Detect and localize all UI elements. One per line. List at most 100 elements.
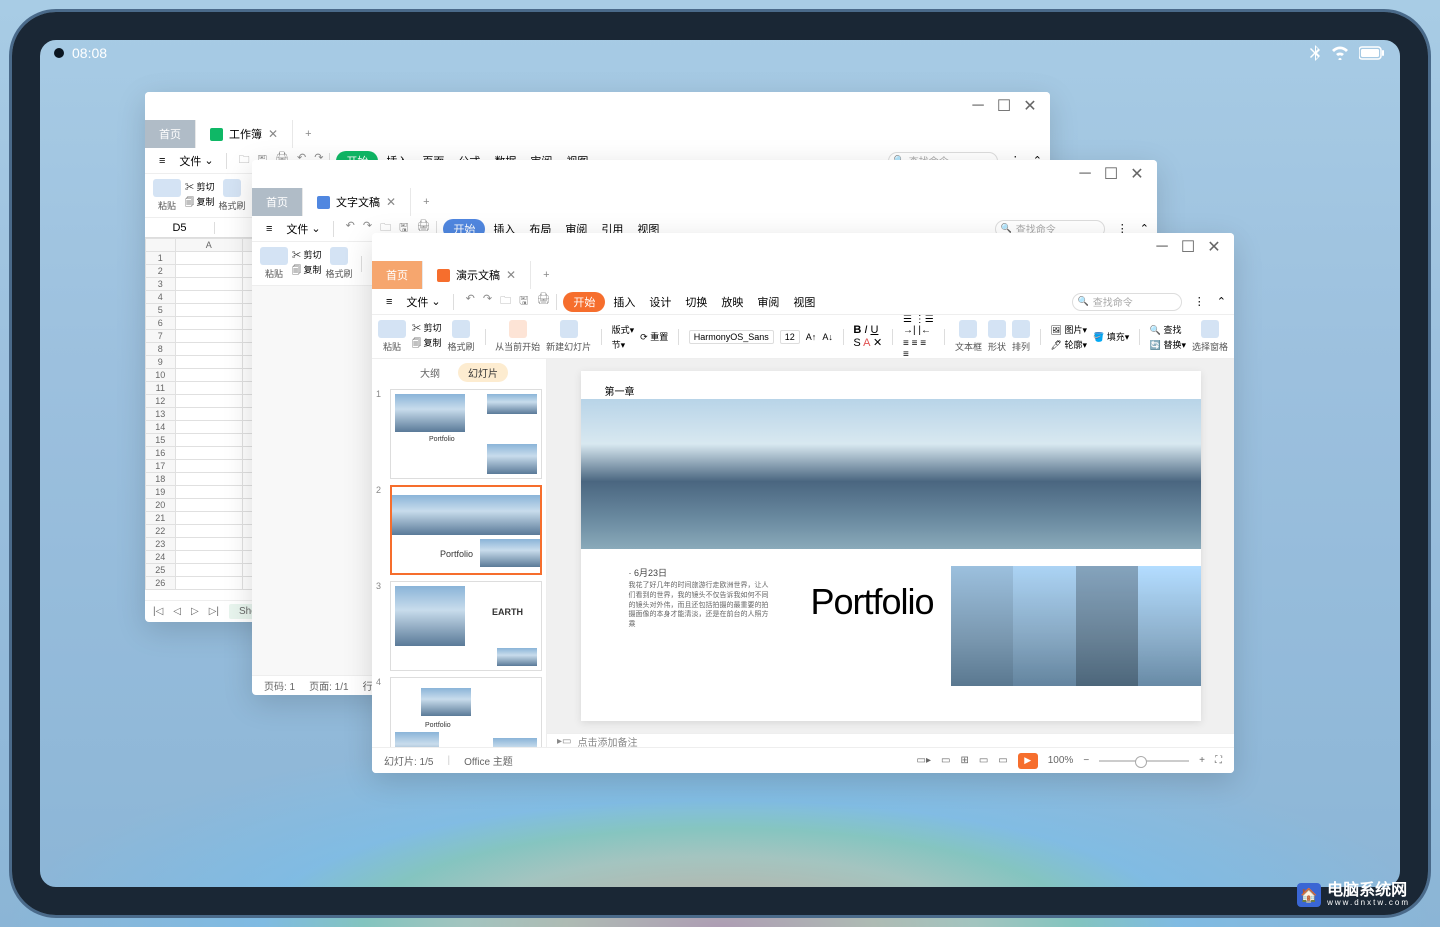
cell-reference[interactable]: D5: [145, 222, 215, 234]
zoom-in-button[interactable]: +: [1199, 755, 1205, 766]
minimize-button[interactable]: ─: [1079, 168, 1091, 180]
cut-button[interactable]: ✂ 剪切: [185, 180, 215, 193]
slideshow-button[interactable]: ▶: [1018, 753, 1038, 769]
undo-icon[interactable]: ↶: [346, 219, 355, 238]
tab-home[interactable]: 首页: [372, 261, 423, 289]
slide-thumb-3[interactable]: EARTH: [390, 581, 542, 671]
cut-button[interactable]: ✂ 剪切: [292, 248, 322, 261]
decrease-font-icon[interactable]: A↓: [822, 332, 833, 342]
tab-outline[interactable]: 大纲: [410, 363, 450, 382]
notes-toggle-icon[interactable]: ▭▸: [917, 755, 931, 766]
slide-thumb-4[interactable]: Portfolio: [390, 677, 542, 747]
menu-dropdown[interactable]: ≡: [380, 294, 398, 310]
reading-view-icon[interactable]: ▭: [979, 755, 988, 766]
fit-window-icon[interactable]: ⛶: [1215, 755, 1222, 766]
copy-button[interactable]: 🗐 复制: [292, 263, 322, 279]
fill-button[interactable]: 🪣 填充▾: [1093, 330, 1129, 343]
tab-slides[interactable]: 幻灯片: [458, 363, 508, 382]
menu-dropdown[interactable]: ≡: [153, 153, 171, 169]
shapes-button[interactable]: 形状: [988, 320, 1006, 353]
sorter-view-icon[interactable]: ⊞: [960, 755, 968, 766]
tab-home[interactable]: 首页: [145, 120, 196, 148]
font-color-button[interactable]: A: [863, 337, 870, 349]
open-icon[interactable]: 🗀: [500, 292, 511, 311]
nav-first-icon[interactable]: |◁: [153, 606, 163, 617]
underline-button[interactable]: U: [870, 324, 878, 336]
current-slide[interactable]: 第一章 · 6月23日 我花了好几年的时间旅游行走欧洲世界，让人们看到的世界，我…: [581, 371, 1201, 721]
new-slide[interactable]: 新建幻灯片: [546, 320, 591, 353]
menu-slideshow[interactable]: 放映: [715, 292, 749, 312]
file-menu[interactable]: 文件 ⌄: [173, 151, 219, 171]
layout-button[interactable]: 版式▾: [612, 323, 635, 336]
slide-thumb-1[interactable]: Portfolio: [390, 389, 542, 479]
textbox-button[interactable]: 文本框: [955, 320, 982, 353]
format-painter[interactable]: 格式刷: [326, 247, 353, 280]
section-button[interactable]: 节▾: [612, 338, 635, 351]
zoom-out-button[interactable]: −: [1083, 755, 1089, 766]
notes-panel[interactable]: ▸▭ 点击添加备注: [547, 733, 1234, 747]
find-button[interactable]: 🔍 查找: [1150, 323, 1186, 336]
close-tab-icon[interactable]: ✕: [268, 127, 278, 141]
undo-icon[interactable]: ↶: [466, 292, 475, 311]
format-painter[interactable]: 格式刷: [219, 179, 246, 212]
add-tab-button[interactable]: +: [531, 261, 561, 289]
outdent-icon[interactable]: |←: [918, 325, 931, 336]
save-icon[interactable]: 🖫: [519, 292, 528, 311]
close-tab-icon[interactable]: ✕: [386, 195, 396, 209]
clear-format-button[interactable]: ✕: [873, 337, 882, 349]
add-tab-button[interactable]: +: [293, 120, 323, 148]
copy-button[interactable]: 🗐 复制: [185, 195, 215, 211]
menu-review[interactable]: 审阅: [751, 292, 785, 312]
close-button[interactable]: ✕: [1024, 100, 1036, 112]
close-button[interactable]: ✕: [1131, 168, 1143, 180]
nav-prev-icon[interactable]: ◁: [173, 606, 181, 617]
strike-button[interactable]: S: [853, 337, 860, 349]
reset-button[interactable]: ⟳ 重置: [640, 330, 668, 343]
outline-button[interactable]: 🖊 轮廓▾: [1051, 338, 1087, 351]
minimize-button[interactable]: ─: [1156, 241, 1168, 253]
bullets-icon[interactable]: ☰: [903, 315, 912, 325]
indent-icon[interactable]: →|: [903, 325, 916, 336]
zoom-level[interactable]: 100%: [1048, 755, 1074, 766]
close-button[interactable]: ✕: [1208, 241, 1220, 253]
align-right-icon[interactable]: ≡: [920, 338, 926, 349]
menu-transition[interactable]: 切换: [679, 292, 713, 312]
paste-group[interactable]: 粘贴: [260, 247, 288, 280]
paste-group[interactable]: 粘贴: [153, 179, 181, 212]
open-icon[interactable]: 🗀: [239, 151, 250, 170]
image-button[interactable]: 🖼 图片▾: [1051, 323, 1087, 336]
menu-design[interactable]: 设计: [643, 292, 677, 312]
nav-next-icon[interactable]: ▷: [191, 606, 199, 617]
tab-home[interactable]: 首页: [252, 188, 303, 216]
copy-button[interactable]: 🗐 复制: [412, 336, 442, 352]
file-menu[interactable]: 文件 ⌄: [280, 219, 326, 239]
bold-button[interactable]: B: [853, 324, 861, 336]
tab-document[interactable]: 文字文稿✕: [303, 188, 411, 216]
more-icon[interactable]: ⋮: [1194, 295, 1205, 308]
font-size[interactable]: 12: [780, 330, 800, 344]
increase-font-icon[interactable]: A↑: [806, 332, 817, 342]
print-icon[interactable]: 🖨: [536, 292, 550, 311]
maximize-button[interactable]: ☐: [998, 100, 1010, 112]
add-tab-button[interactable]: +: [411, 188, 441, 216]
numbering-icon[interactable]: ⋮☰: [915, 315, 934, 325]
normal-view-icon[interactable]: ▭: [941, 755, 950, 766]
tab-presentation[interactable]: 演示文稿✕: [423, 261, 531, 289]
slide-thumb-2[interactable]: Portfolio: [390, 485, 542, 575]
play-current[interactable]: 从当前开始: [495, 320, 540, 353]
replace-button[interactable]: 🔄 替换▾: [1150, 338, 1186, 351]
justify-icon[interactable]: ≡: [903, 349, 909, 360]
slideshow-view-icon[interactable]: ▭: [998, 755, 1007, 766]
italic-button[interactable]: I: [864, 324, 867, 336]
cut-button[interactable]: ✂ 剪切: [412, 321, 442, 334]
close-tab-icon[interactable]: ✕: [506, 268, 516, 282]
maximize-button[interactable]: ☐: [1182, 241, 1194, 253]
align-center-icon[interactable]: ≡: [912, 338, 918, 349]
command-search[interactable]: 查找命令: [1072, 293, 1182, 311]
maximize-button[interactable]: ☐: [1105, 168, 1117, 180]
redo-icon[interactable]: ↷: [483, 292, 492, 311]
zoom-slider[interactable]: [1099, 760, 1189, 762]
font-family[interactable]: HarmonyOS_Sans: [689, 330, 774, 344]
file-menu[interactable]: 文件 ⌄: [400, 292, 446, 312]
menu-start[interactable]: 开始: [563, 292, 605, 312]
